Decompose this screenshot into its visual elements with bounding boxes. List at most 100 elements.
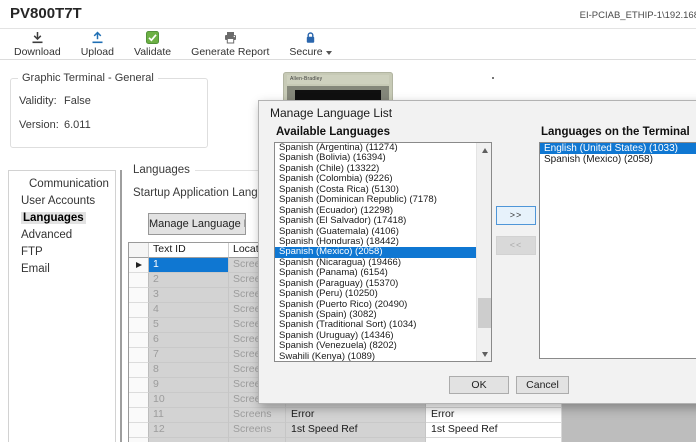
text-id-cell[interactable]: 5 (149, 318, 229, 333)
available-language-option[interactable]: Spanish (Chile) (13322) (275, 164, 476, 174)
available-language-option[interactable]: Spanish (Mexico) (2058) (275, 247, 476, 258)
text-id-cell[interactable]: 9 (149, 378, 229, 393)
row-header-cell[interactable] (129, 408, 149, 423)
manage-language-list-dialog: Manage Language List Available Languages… (258, 100, 696, 404)
terminal-language-option[interactable]: English (United States) (1033) (540, 143, 696, 154)
toolbar: Download Upload Validate Generate Report (0, 29, 696, 60)
row-header-cell[interactable] (129, 288, 149, 303)
table-row: 11 Screens Error Error (129, 408, 696, 423)
available-language-option[interactable]: Spanish (Argentina) (11274) (275, 143, 476, 153)
location-cell[interactable]: Screens (229, 423, 286, 438)
row-header-cell[interactable] (129, 333, 149, 348)
scrollbar-thumb[interactable] (478, 298, 491, 328)
sidebar-item-advanced[interactable]: Advanced (9, 227, 115, 244)
available-language-option[interactable]: Spanish (Paraguay) (15370) (275, 279, 476, 289)
text-id-cell[interactable]: 6 (149, 333, 229, 348)
download-button[interactable]: Download (4, 29, 71, 60)
text-id-column-header[interactable]: Text ID (149, 243, 229, 258)
text-id-cell[interactable]: 3 (149, 288, 229, 303)
secure-menu-button[interactable]: Secure (279, 29, 341, 60)
sidebar-item-label: Communication (29, 178, 109, 190)
download-label: Download (14, 45, 61, 58)
row-header-cell[interactable] (129, 273, 149, 288)
available-language-option[interactable]: Spanish (Costa Rica) (5130) (275, 185, 476, 195)
text-id-cell[interactable] (149, 438, 229, 442)
manage-language-list-button[interactable]: Manage Language List (148, 213, 246, 235)
remove-language-button[interactable]: << (496, 236, 536, 255)
sidebar-item-email[interactable]: Email (9, 261, 115, 278)
row-header-cell[interactable] (129, 318, 149, 333)
row-header-cell[interactable] (129, 303, 149, 318)
translated-text-cell[interactable]: Error (426, 408, 562, 423)
row-header-cell[interactable] (129, 363, 149, 378)
validate-button[interactable]: Validate (124, 29, 181, 60)
available-language-option[interactable]: Spanish (Peru) (10250) (275, 289, 476, 299)
translated-text-cell[interactable]: 1st Speed Ref (426, 423, 562, 438)
location-cell[interactable]: Screens (229, 408, 286, 423)
translated-text-cell[interactable] (426, 438, 562, 442)
generate-report-button[interactable]: Generate Report (181, 29, 279, 60)
available-language-option[interactable]: Spanish (Uruguay) (14346) (275, 331, 476, 341)
available-language-option[interactable]: Spanish (Colombia) (9226) (275, 174, 476, 184)
text-id-cell[interactable]: 10 (149, 393, 229, 408)
lock-icon (304, 31, 317, 45)
text-id-cell[interactable]: 11 (149, 408, 229, 423)
default-text-cell[interactable] (286, 438, 426, 442)
row-header-cell[interactable] (129, 348, 149, 363)
ok-button[interactable]: OK (449, 376, 509, 394)
page-title: PV800T7T (10, 5, 82, 22)
sidebar-item-label: Email (21, 263, 50, 275)
version-label: Version: (19, 119, 59, 131)
sidebar-item-languages[interactable]: Languages (9, 210, 115, 227)
available-languages-list: Spanish (Argentina) (11274) Spanish (Boli… (274, 142, 492, 362)
available-language-option[interactable]: Spanish (Traditional Sort) (1034) (275, 320, 476, 330)
download-icon (31, 31, 44, 45)
text-id-cell[interactable]: 8 (149, 363, 229, 378)
available-language-option[interactable]: Spanish (El Salvador) (17418) (275, 216, 476, 226)
general-group-box: Graphic Terminal - General Validity: Fal… (10, 72, 208, 148)
available-language-option[interactable]: Spanish (Honduras) (18442) (275, 237, 476, 247)
text-id-cell[interactable]: 4 (149, 303, 229, 318)
cancel-button[interactable]: Cancel (516, 376, 569, 394)
sidebar-item-ftp[interactable]: FTP (9, 244, 115, 261)
upload-label: Upload (80, 45, 114, 58)
upload-button[interactable]: Upload (71, 29, 124, 60)
sidebar-item-communication[interactable]: Communication (9, 176, 115, 193)
text-id-cell[interactable]: 7 (149, 348, 229, 363)
generate-report-label: Generate Report (191, 45, 270, 58)
text-id-cell[interactable]: 12 (149, 423, 229, 438)
available-language-option[interactable]: Spanish (Dominican Republic) (7178) (275, 195, 476, 205)
scroll-up-icon[interactable] (477, 143, 491, 157)
available-language-option[interactable]: Swahili (Kenya) (1089) (275, 352, 476, 361)
location-cell[interactable] (229, 438, 286, 442)
row-header-cell[interactable] (129, 378, 149, 393)
validity-value: False (64, 95, 91, 107)
upload-icon (91, 31, 104, 45)
row-header-cell[interactable] (129, 438, 149, 442)
default-text-cell[interactable]: 1st Speed Ref (286, 423, 426, 438)
row-header-cell[interactable] (129, 393, 149, 408)
available-language-option[interactable]: Spanish (Bolivia) (16394) (275, 153, 476, 163)
scroll-down-icon[interactable] (477, 347, 491, 361)
text-id-cell[interactable]: 2 (149, 273, 229, 288)
row-header-cell[interactable] (129, 423, 149, 438)
available-language-option[interactable]: Spanish (Venezuela) (8202) (275, 341, 476, 351)
available-language-option[interactable]: Spanish (Spain) (3082) (275, 310, 476, 320)
application-window: PV800T7T EI-PCIAB_ETHIP-1\192.168 Downlo… (0, 0, 696, 442)
text-id-cell[interactable]: 1 (149, 258, 229, 273)
available-list-scrollbar[interactable] (476, 143, 491, 361)
sidebar-item-label: FTP (21, 246, 43, 258)
available-language-option[interactable]: Spanish (Nicaragua) (19466) (275, 258, 476, 268)
available-language-option[interactable]: Spanish (Guatemala) (4106) (275, 227, 476, 237)
available-languages-label: Available Languages (276, 126, 390, 138)
row-header-cell[interactable] (129, 258, 149, 273)
terminal-language-option[interactable]: Spanish (Mexico) (2058) (540, 154, 696, 165)
default-text-cell[interactable]: Error (286, 408, 426, 423)
add-language-button[interactable]: >> (496, 206, 536, 225)
available-language-option[interactable]: Spanish (Panama) (6154) (275, 268, 476, 278)
available-language-option[interactable]: Spanish (Puerto Rico) (20490) (275, 300, 476, 310)
sidebar-item-user-accounts[interactable]: User Accounts (9, 193, 115, 210)
available-language-option[interactable]: Spanish (Ecuador) (12298) (275, 206, 476, 216)
languages-section-legend: Languages (133, 164, 190, 176)
pane-splitter[interactable] (120, 170, 122, 442)
